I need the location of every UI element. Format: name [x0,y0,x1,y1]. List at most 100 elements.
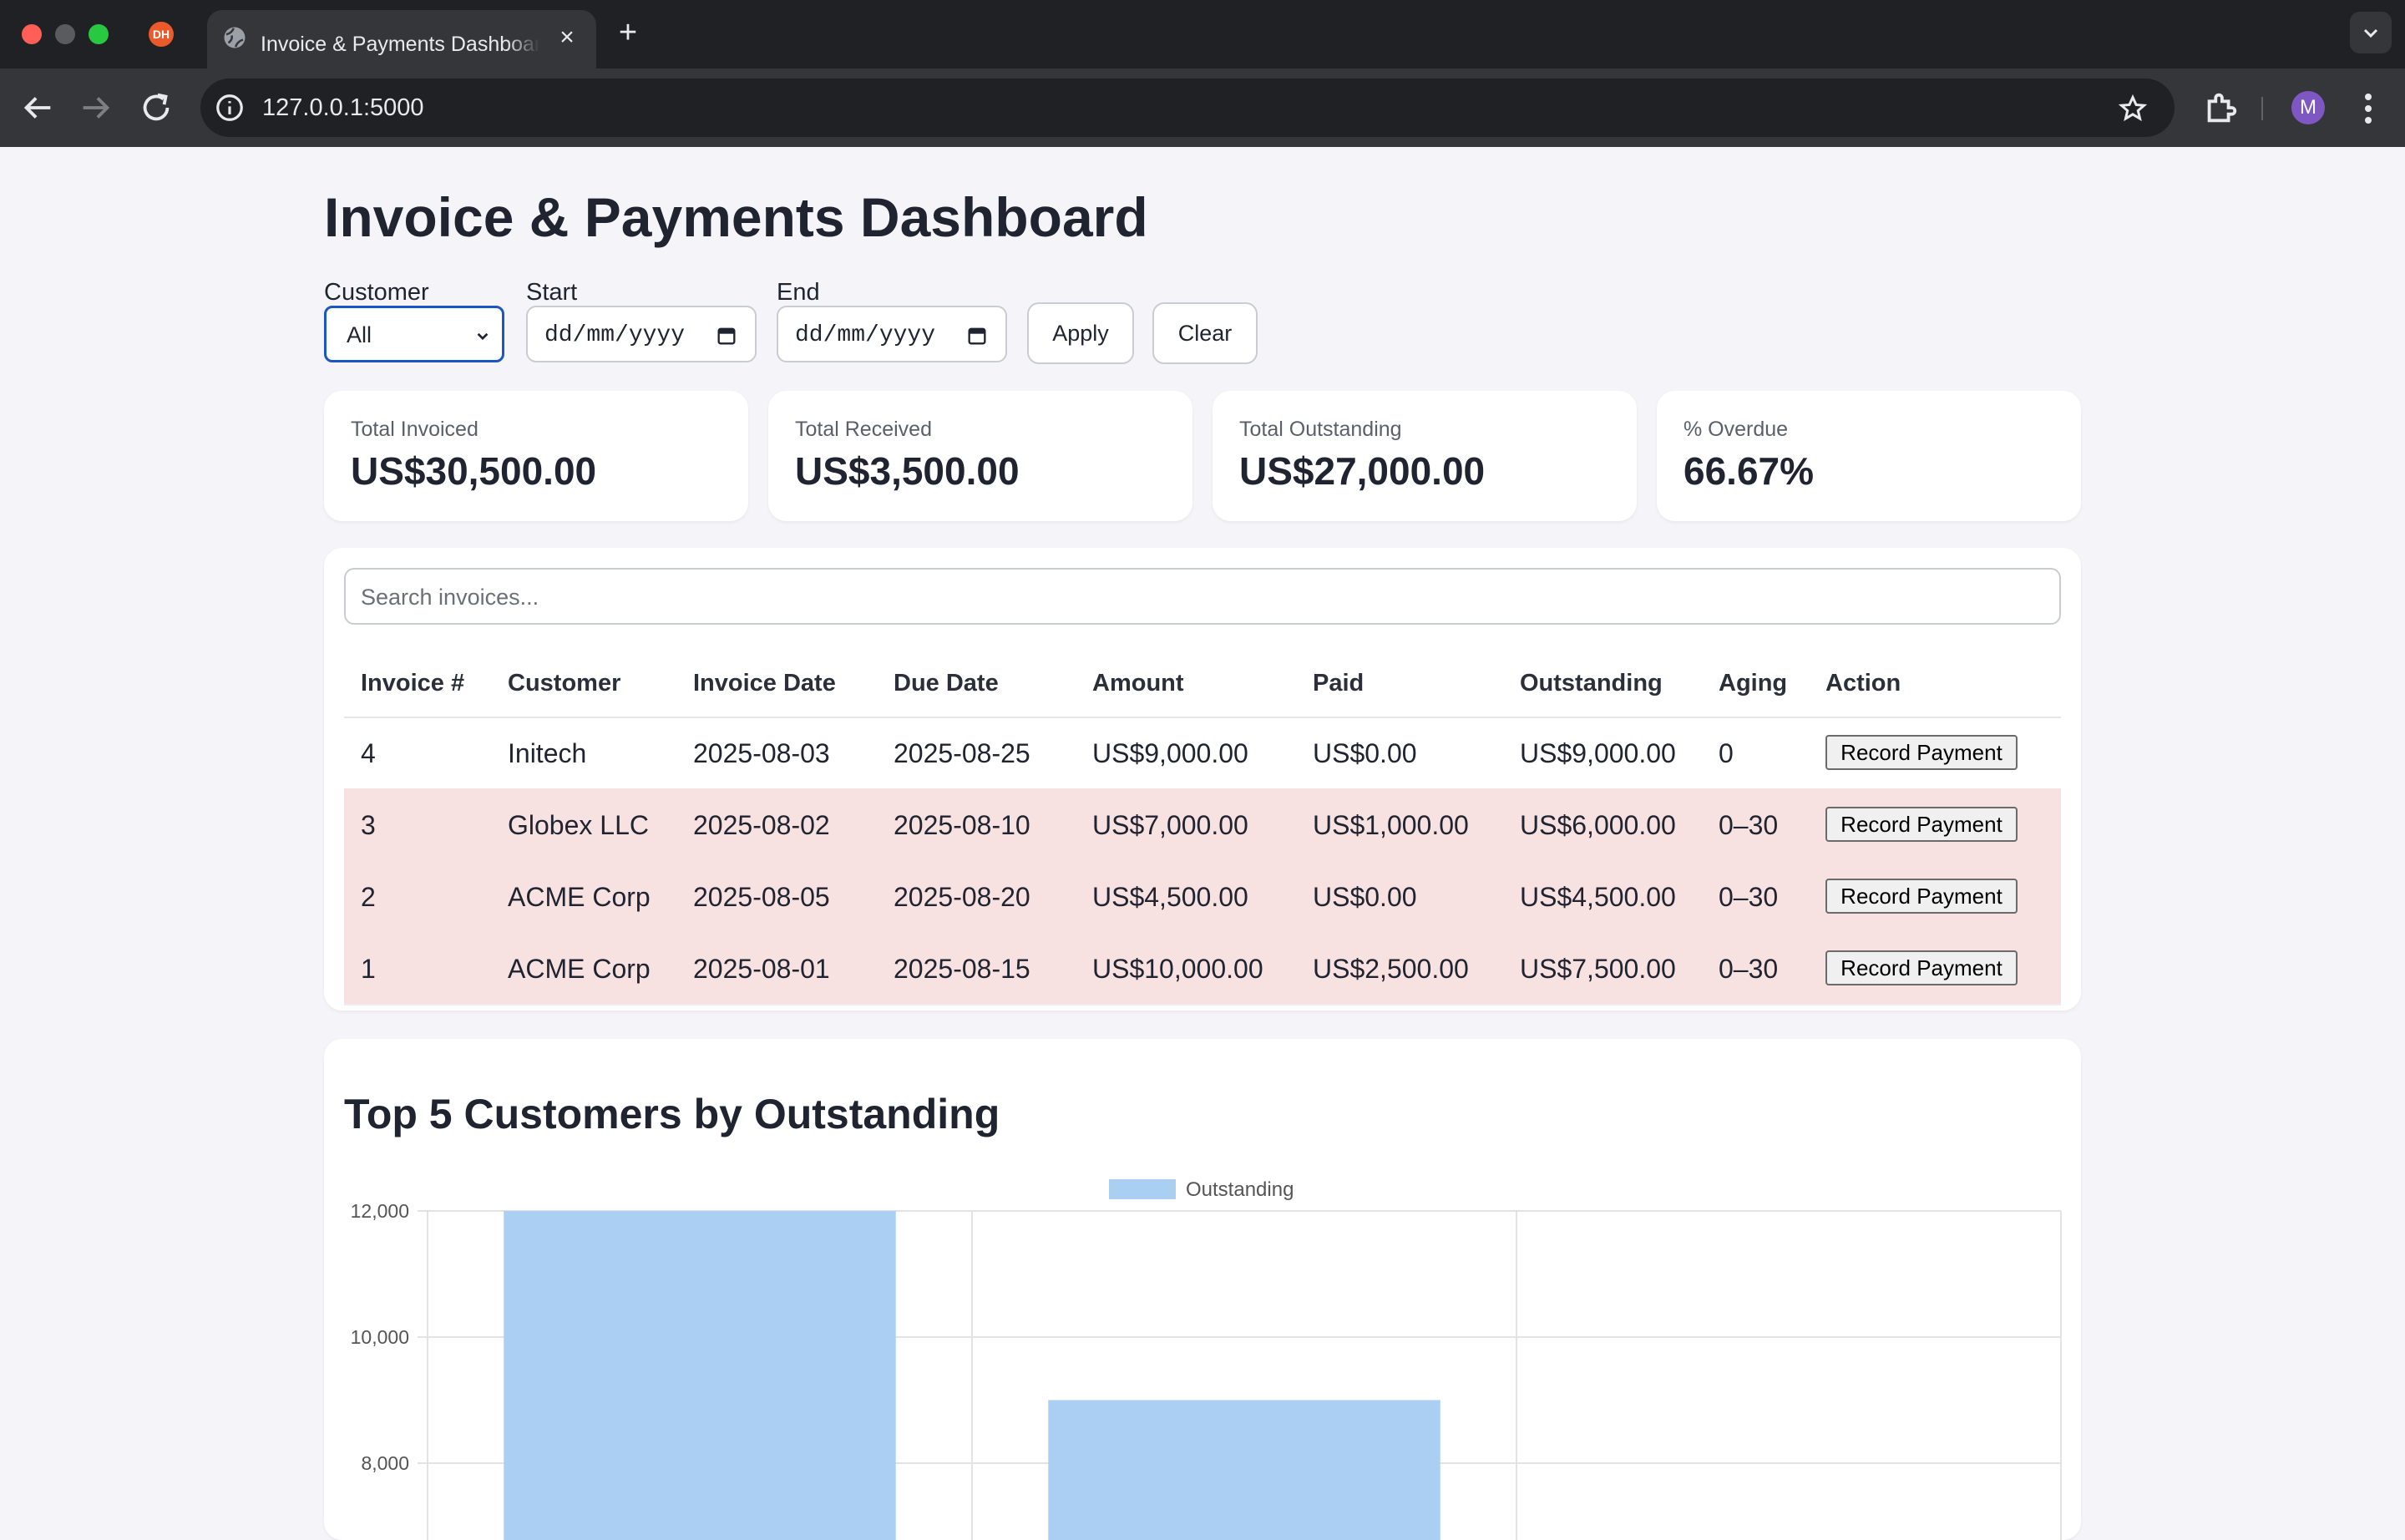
column-header: Customer [508,668,620,698]
address-bar[interactable]: 127.0.0.1:5000 [200,79,2175,137]
active-tab[interactable]: Invoice & Payments Dashboard × [207,10,596,68]
bar [504,1211,895,1540]
invoice-number-cell: 1 [361,952,376,985]
amount-cell: US$10,000.00 [1092,952,1263,985]
outstanding-bar-chart: Outstanding 12,000 10,000 8,000 [324,1164,2081,1540]
record-payment-button[interactable]: Record Payment [1825,735,2018,770]
record-payment-button[interactable]: Record Payment [1825,807,2018,842]
column-header: Amount [1092,668,1184,698]
clear-button[interactable]: Clear [1152,302,1258,364]
amount-cell: US$4,500.00 [1092,880,1248,914]
invoice-date-cell: 2025-08-01 [693,952,830,985]
outstanding-cell: US$6,000.00 [1520,808,1676,842]
aging-cell: 0–30 [1719,880,1778,914]
tab-search-button[interactable] [2350,12,2392,53]
invoices-panel: Search invoices... Invoice # Customer In… [324,548,2081,1011]
page-title: Invoice & Payments Dashboard [324,184,1148,251]
browser-tab-bar: DH Invoice & Payments Dashboard × + [0,0,2405,68]
chart-panel: Top 5 Customers by Outstanding Outstandi… [324,1039,2081,1540]
due-date-cell: 2025-08-10 [894,808,1030,842]
y-tick-label: 8,000 [361,1452,409,1474]
column-header: Outstanding [1520,668,1663,698]
table-row: 1ACME Corp2025-08-012025-08-15US$10,000.… [344,932,2061,1006]
amount-cell: US$7,000.00 [1092,808,1248,842]
invoice-date-cell: 2025-08-03 [693,737,830,770]
star-icon[interactable] [2118,94,2148,124]
chevron-down-icon [2350,12,2392,53]
paid-cell: US$0.00 [1313,737,1417,770]
close-window-button[interactable] [22,24,42,44]
reload-icon[interactable] [137,89,175,127]
paid-cell: US$0.00 [1313,880,1417,914]
customer-select[interactable]: All [324,306,504,362]
card-label: Total Outstanding [1239,416,1402,443]
table-header: Invoice # Customer Invoice Date Due Date… [344,650,2061,718]
end-date-input[interactable]: dd/mm/yyyy [777,306,1007,362]
new-tab-button[interactable]: + [611,17,645,50]
search-input[interactable]: Search invoices... [344,568,2061,625]
card-label: % Overdue [1684,416,1788,443]
card-label: Total Received [795,416,932,443]
table-row: 4Initech2025-08-032025-08-25US$9,000.00U… [344,717,2061,790]
maximize-window-button[interactable] [89,24,109,44]
puzzle-icon[interactable] [2201,89,2240,127]
percent-overdue-card: % Overdue 66.67% [1657,391,2081,521]
paid-cell: US$1,000.00 [1313,808,1469,842]
record-payment-button[interactable]: Record Payment [1825,950,2018,985]
bar [1048,1401,1440,1540]
total-outstanding-card: Total Outstanding US$27,000.00 [1213,391,1637,521]
card-value: US$30,500.00 [351,446,596,496]
legend-label: Outstanding [1186,1178,1294,1201]
y-tick-label: 12,000 [351,1200,409,1222]
column-header: Due Date [894,668,999,698]
profile-avatar[interactable]: M [2291,91,2325,124]
total-received-card: Total Received US$3,500.00 [768,391,1192,521]
start-date-label: Start [526,277,577,307]
due-date-cell: 2025-08-15 [894,952,1030,985]
customer-select-value: All [347,320,372,350]
forward-arrow-icon[interactable] [77,89,115,127]
start-date-input[interactable]: dd/mm/yyyy [526,306,757,362]
close-tab-icon[interactable]: × [554,25,580,50]
search-placeholder: Search invoices... [361,583,539,611]
invoice-date-cell: 2025-08-02 [693,808,830,842]
record-payment-button[interactable]: Record Payment [1825,879,2018,914]
customer-filter-label: Customer [324,277,429,307]
invoice-number-cell: 2 [361,880,376,914]
tab-title: Invoice & Payments Dashboard [261,30,539,58]
toolbar-divider [2261,97,2263,120]
minimize-window-button[interactable] [55,24,75,44]
card-value: US$3,500.00 [795,446,1020,496]
due-date-cell: 2025-08-20 [894,880,1030,914]
more-vert-icon[interactable] [2352,90,2385,127]
column-header: Invoice Date [693,668,836,698]
card-value: US$27,000.00 [1239,446,1485,496]
end-date-placeholder: dd/mm/yyyy [795,321,935,351]
url-text[interactable]: 127.0.0.1:5000 [262,92,424,124]
column-header: Aging [1719,668,1787,698]
calendar-icon[interactable] [965,324,989,347]
pinned-tab[interactable]: DH [149,22,174,47]
aging-cell: 0–30 [1719,808,1778,842]
due-date-cell: 2025-08-25 [894,737,1030,770]
customer-cell: Globex LLC [508,808,649,842]
card-value: 66.67% [1684,446,1814,496]
card-label: Total Invoiced [351,416,478,443]
info-icon[interactable] [214,92,246,124]
back-arrow-icon[interactable] [18,89,57,127]
y-tick-label: 10,000 [351,1326,409,1348]
invoice-date-cell: 2025-08-05 [693,880,830,914]
aging-cell: 0–30 [1719,952,1778,985]
paid-cell: US$2,500.00 [1313,952,1469,985]
chart-title: Top 5 Customers by Outstanding [344,1089,1000,1139]
browser-toolbar: 127.0.0.1:5000 M [0,68,2405,147]
calendar-icon[interactable] [715,324,738,347]
table-row: 2 ACME Corp 2025-08-05 2025-08-20 US$4,500.0… [344,860,2061,934]
apply-button[interactable]: Apply [1027,302,1134,364]
end-date-label: End [777,277,820,307]
globe-icon [222,25,247,50]
outstanding-cell: US$7,500.00 [1520,952,1676,985]
page-content: Invoice & Payments Dashboard Customer Al… [0,147,2405,1503]
outstanding-cell: US$4,500.00 [1520,880,1676,914]
customer-cell: ACME Corp [508,880,651,914]
